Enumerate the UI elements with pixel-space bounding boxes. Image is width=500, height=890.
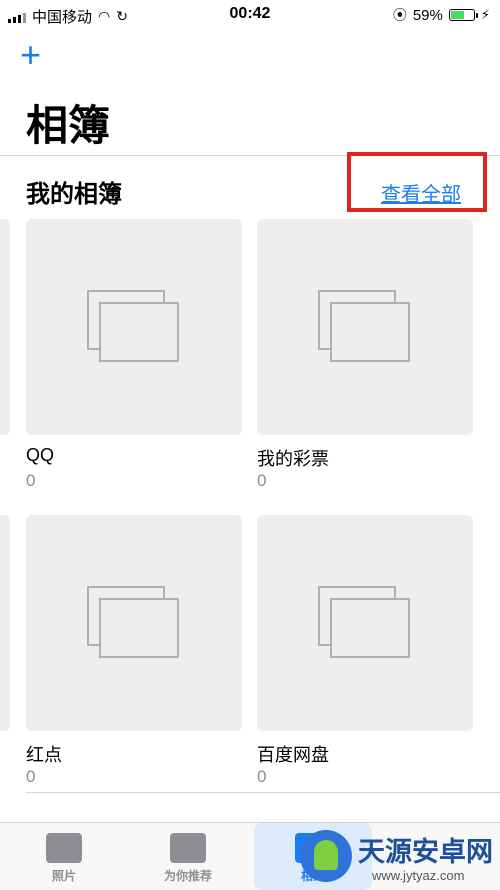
content-divider xyxy=(26,792,500,793)
page-title: 相簿 xyxy=(26,102,111,149)
album-name: QQ xyxy=(26,445,55,465)
battery-percent: 59% xyxy=(412,6,443,24)
album-card[interactable]: 我的彩票 0 xyxy=(257,219,473,490)
section-title: 我的相簿 xyxy=(26,181,122,208)
add-album-button[interactable]: + xyxy=(20,37,41,73)
album-placeholder-icon xyxy=(318,290,410,362)
album-placeholder-icon xyxy=(87,586,179,658)
tab-label: 照片 xyxy=(51,869,76,883)
album-card[interactable]: QQ 0 xyxy=(26,219,242,490)
battery-fill xyxy=(450,11,464,19)
watermark-name: 天源安卓网 xyxy=(358,837,493,867)
album-thumbnail[interactable] xyxy=(257,219,473,435)
for-you-icon xyxy=(170,833,206,863)
watermark-url: www.jytyaz.com xyxy=(372,868,465,883)
album-placeholder-icon xyxy=(87,290,179,362)
album-name: 红点 xyxy=(26,745,62,765)
album-thumbnail[interactable] xyxy=(257,515,473,731)
watermark-logo-icon xyxy=(300,830,352,882)
album-count: 0 xyxy=(26,471,36,490)
watermark: 天源安卓网 www.jytyaz.com xyxy=(300,826,500,889)
album-count: 0 xyxy=(257,767,267,786)
album-card[interactable]: 百度网盘 0 xyxy=(257,515,473,786)
album-count: 0 xyxy=(257,471,267,490)
album-name: 百度网盘 xyxy=(257,745,329,765)
album-thumbnail[interactable] xyxy=(26,515,242,731)
charging-icon: ⚡ xyxy=(480,7,490,22)
album-placeholder-icon xyxy=(318,586,410,658)
highlight-annotation xyxy=(347,152,487,212)
plus-icon: + xyxy=(20,34,42,75)
status-bar: 中国移动 ◠ ↻ 00:42 ⦿ 59% ⚡ xyxy=(0,0,500,30)
tab-for-you[interactable]: 为你推荐 xyxy=(138,823,238,890)
album-card[interactable]: 红点 0 xyxy=(26,515,242,786)
status-right: ⦿ 59% ⚡ xyxy=(393,5,490,25)
partial-album-card[interactable] xyxy=(0,219,10,435)
album-name: 我的彩票 xyxy=(257,449,329,469)
album-count: 0 xyxy=(26,767,36,786)
battery-icon xyxy=(448,9,478,21)
orientation-lock-icon: ⦿ xyxy=(392,7,407,23)
tab-photos[interactable]: 照片 xyxy=(14,823,114,890)
partial-album-card[interactable] xyxy=(0,515,10,731)
album-thumbnail[interactable] xyxy=(26,219,242,435)
photos-icon xyxy=(46,833,82,863)
tab-label: 为你推荐 xyxy=(163,869,212,883)
